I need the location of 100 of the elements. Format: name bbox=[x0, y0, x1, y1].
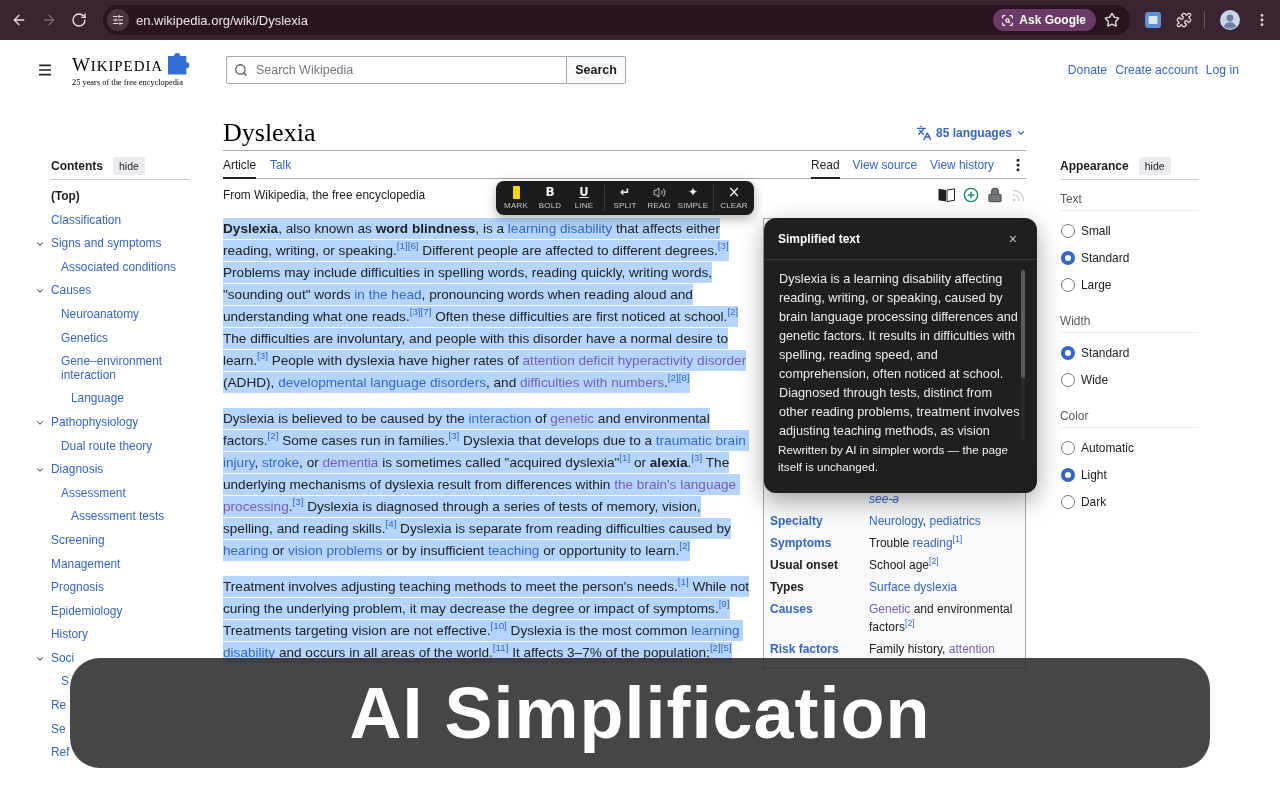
site-wordmark[interactable]: WIKIPEDIA bbox=[72, 56, 164, 75]
user-link[interactable]: Log in bbox=[1205, 63, 1239, 77]
hide-button[interactable]: hide bbox=[113, 157, 145, 175]
sliders-icon[interactable] bbox=[107, 9, 129, 31]
text-link[interactable]: learning bbox=[691, 623, 740, 638]
tab[interactable]: View history bbox=[930, 151, 994, 179]
text-link[interactable]: dementia bbox=[322, 455, 379, 470]
text-link[interactable]: the brain's language bbox=[614, 477, 737, 492]
toc-link[interactable]: S bbox=[61, 670, 69, 695]
text-link[interactable]: hearing bbox=[223, 543, 269, 558]
text-link[interactable]: attention deficit hyperactivity disorder bbox=[522, 353, 747, 368]
infobox-label[interactable]: Causes bbox=[770, 601, 813, 619]
user-link[interactable]: Donate bbox=[1067, 63, 1108, 77]
toc-link[interactable]: Re bbox=[51, 694, 67, 718]
option-label[interactable]: Dark bbox=[1081, 494, 1107, 509]
text-link[interactable]: traumatic brain bbox=[655, 433, 746, 448]
toolbar-button[interactable]: READ bbox=[642, 182, 676, 214]
app-icon[interactable] bbox=[1145, 12, 1161, 28]
toc-link[interactable]: Diagnosis bbox=[51, 458, 104, 482]
hide-button[interactable]: hide bbox=[1138, 157, 1171, 175]
toc-link[interactable]: Signs and symptoms bbox=[51, 232, 162, 256]
address-bar[interactable]: en.wikipedia.org/wiki/Dyslexia Ask Google bbox=[103, 5, 1130, 35]
infobox-label[interactable]: Specialty bbox=[770, 513, 823, 531]
text-link[interactable]: processing bbox=[223, 499, 289, 514]
toc-link[interactable]: Genetics bbox=[61, 326, 108, 351]
toc-link[interactable]: Dual route theory bbox=[61, 434, 153, 459]
radio-button[interactable] bbox=[1061, 440, 1075, 455]
option-label[interactable]: Automatic bbox=[1081, 440, 1134, 455]
text-link[interactable]: reading bbox=[912, 536, 953, 551]
book-icon[interactable] bbox=[938, 188, 955, 202]
option-label[interactable]: Standard bbox=[1081, 250, 1130, 265]
radio-button[interactable] bbox=[1061, 345, 1075, 360]
toc-link[interactable]: Ref bbox=[51, 741, 70, 765]
reload-icon[interactable] bbox=[71, 12, 87, 28]
option-label[interactable]: Large bbox=[1081, 277, 1112, 292]
toc-link[interactable]: Soci bbox=[51, 646, 75, 671]
menu-icon[interactable] bbox=[37, 62, 53, 78]
toolbar-button[interactable]: × CLEAR bbox=[717, 182, 751, 214]
text-link[interactable]: developmental language disorders bbox=[278, 375, 486, 390]
text-link[interactable]: vision problems bbox=[288, 543, 383, 558]
toc-link[interactable]: History bbox=[51, 623, 88, 647]
toc-link[interactable]: Prognosis bbox=[51, 576, 104, 600]
option-label[interactable]: Small bbox=[1081, 223, 1111, 238]
text-link[interactable]: Genetic bbox=[869, 602, 911, 617]
puzzle-icon[interactable] bbox=[1176, 12, 1192, 28]
option-label[interactable]: Wide bbox=[1081, 372, 1109, 387]
text-link[interactable]: in the head bbox=[354, 287, 422, 302]
toc-link[interactable]: Gene–environment interaction bbox=[61, 350, 190, 388]
user-link[interactable]: Create account bbox=[1115, 63, 1198, 77]
text-link[interactable]: Neurology bbox=[869, 514, 923, 529]
text-link[interactable]: interaction bbox=[468, 411, 532, 426]
infobox-label[interactable]: Symptoms bbox=[770, 535, 832, 553]
radio-button[interactable] bbox=[1061, 223, 1075, 238]
radio-button[interactable] bbox=[1061, 494, 1075, 509]
toc-link[interactable]: Classification bbox=[51, 208, 122, 233]
toc-link[interactable]: Assessment tests bbox=[71, 505, 165, 529]
radio-button[interactable] bbox=[1061, 467, 1075, 482]
radio-button[interactable] bbox=[1061, 250, 1075, 265]
toolbar-button[interactable]: MARK bbox=[499, 182, 533, 214]
tab[interactable]: Read bbox=[811, 151, 840, 179]
toc-link[interactable]: Screening bbox=[51, 528, 105, 553]
search-field[interactable]: Search Wikipedia bbox=[226, 56, 567, 84]
search-button[interactable]: Search bbox=[567, 56, 626, 84]
infobox-label[interactable]: Risk factors bbox=[770, 640, 839, 659]
toc-link[interactable]: Causes bbox=[51, 279, 92, 303]
option-label[interactable]: Light bbox=[1081, 467, 1107, 482]
respelling-link[interactable]: see-ə bbox=[869, 491, 900, 509]
toc-link[interactable]: Assessment bbox=[61, 481, 126, 506]
avatar-icon[interactable] bbox=[1220, 10, 1240, 30]
tab[interactable]: View source bbox=[852, 151, 918, 179]
toc-link[interactable]: Associated conditions bbox=[61, 255, 176, 280]
toolbar-button[interactable]: ✦ SIMPLE bbox=[676, 182, 710, 214]
text-link[interactable]: stroke bbox=[262, 455, 300, 470]
text-link[interactable]: Surface dyslexia bbox=[869, 580, 958, 595]
lock-icon[interactable] bbox=[987, 187, 1003, 203]
text-link[interactable]: disability bbox=[223, 645, 276, 660]
puzzle-logo-icon[interactable] bbox=[168, 53, 190, 75]
radio-button[interactable] bbox=[1061, 372, 1075, 387]
star-icon[interactable] bbox=[1104, 12, 1120, 28]
ask-google-button[interactable]: Ask Google bbox=[993, 9, 1096, 31]
plus-circle-icon[interactable] bbox=[963, 187, 979, 203]
toolbar-button[interactable]: ↵ SPLIT bbox=[608, 182, 642, 214]
languages-button[interactable]: 85 languages bbox=[915, 125, 1026, 141]
toc-link[interactable]: Management bbox=[51, 552, 121, 577]
text-link[interactable]: learning disability bbox=[507, 221, 613, 236]
scrollbar[interactable] bbox=[1021, 270, 1025, 441]
text-link[interactable]: genetic bbox=[550, 411, 595, 426]
close-button[interactable]: × bbox=[1008, 231, 1017, 246]
toolbar-button[interactable]: U LINE bbox=[567, 182, 601, 214]
tab[interactable]: Talk bbox=[270, 151, 292, 179]
text-link[interactable]: teaching bbox=[488, 543, 540, 558]
text-link[interactable]: attention bbox=[948, 641, 995, 656]
toc-link[interactable]: Language bbox=[71, 387, 124, 411]
toc-link[interactable]: Se bbox=[51, 717, 66, 742]
tab[interactable]: Article bbox=[223, 151, 257, 179]
text-link[interactable]: pediatrics bbox=[929, 514, 981, 529]
toc-link[interactable]: Pathophysiology bbox=[51, 410, 139, 435]
option-label[interactable]: Standard bbox=[1081, 345, 1130, 360]
toolbar-button[interactable]: B BOLD bbox=[533, 182, 567, 214]
toc-link[interactable]: Epidemiology bbox=[51, 599, 123, 624]
